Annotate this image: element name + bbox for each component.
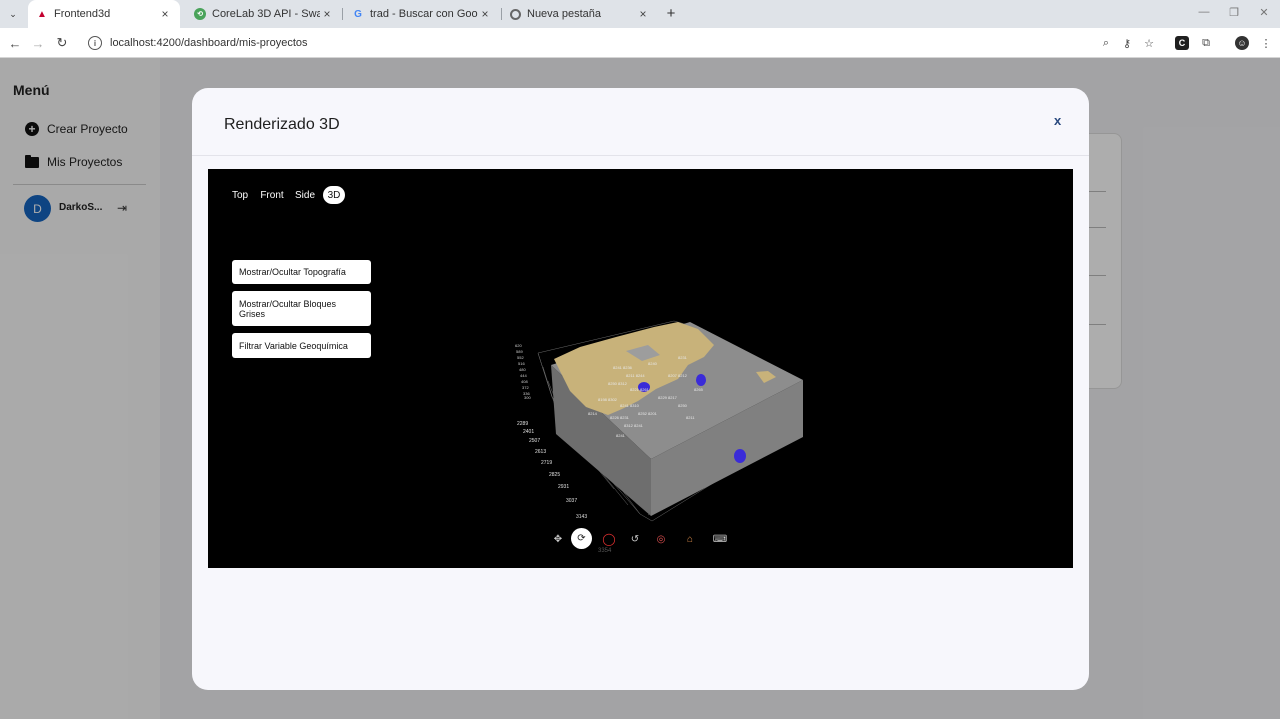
tab-separator	[342, 8, 343, 20]
svg-text:408: 408	[521, 379, 528, 384]
svg-text:8241: 8241	[616, 433, 626, 438]
3d-viewer[interactable]: 8241 8236 8211 8244 8250 8312 8221 8261 81…	[208, 169, 1073, 568]
url-text[interactable]: localhost:4200/dashboard/mis-proyectos	[110, 37, 308, 49]
depth-tick: 2289	[517, 421, 528, 427]
svg-text:516: 516	[518, 361, 525, 366]
tab-label: Frontend3d	[54, 8, 111, 20]
close-tab-icon[interactable]: ×	[320, 7, 334, 21]
zoom-icon[interactable]: ⌕	[1099, 36, 1113, 50]
svg-text:8207 8212: 8207 8212	[668, 373, 688, 378]
depth-tick: 3143	[576, 514, 587, 520]
svg-text:8198 8302: 8198 8302	[598, 397, 618, 402]
browser-toolbar: ← → ↻ i localhost:4200/dashboard/mis-pro…	[0, 28, 1280, 58]
svg-text:8241 8236: 8241 8236	[613, 365, 633, 370]
svg-text:8250: 8250	[678, 403, 688, 408]
modal-divider	[192, 155, 1089, 156]
password-key-icon[interactable]: ⚷	[1120, 36, 1134, 50]
tab-search-icon[interactable]: ⌄	[4, 5, 22, 23]
svg-text:444: 444	[520, 373, 527, 378]
depth-tick: 2613	[535, 449, 546, 455]
svg-text:8221 8261: 8221 8261	[630, 387, 650, 392]
google-icon: G	[354, 8, 362, 20]
svg-text:8229 8217: 8229 8217	[658, 395, 678, 400]
depth-tick: 2507	[529, 438, 540, 444]
toggle-gray-blocks-button[interactable]: Mostrar/Ocultar Bloques Grises	[232, 291, 371, 326]
swagger-icon: ⟲	[194, 8, 206, 20]
toggle-topography-button[interactable]: Mostrar/Ocultar Topografía	[232, 260, 371, 284]
svg-text:8214: 8214	[588, 411, 598, 416]
svg-text:372: 372	[522, 385, 529, 390]
close-tab-icon[interactable]: ×	[636, 7, 650, 21]
svg-text:300: 300	[524, 395, 531, 400]
browser-tab-strip: ⌄ ▲ Frontend3d × ⟲ CoreLab 3D API - Swag…	[0, 0, 1280, 28]
tab-label: CoreLab 3D API - Swagger UI	[212, 8, 320, 20]
svg-text:589: 589	[516, 349, 523, 354]
svg-text:480: 480	[519, 367, 526, 372]
back-icon[interactable]: ←	[7, 35, 23, 51]
tab-label: Nueva pestaña	[527, 8, 601, 20]
view-tab-front[interactable]: Front	[259, 186, 285, 204]
depth-tick: 3354	[598, 548, 612, 554]
depth-tick: 2825	[549, 472, 560, 478]
svg-text:8252 8201: 8252 8201	[638, 411, 658, 416]
site-info-icon[interactable]: i	[88, 36, 102, 50]
3d-scene[interactable]: 8241 8236 8211 8244 8250 83128221 8261 81…	[208, 169, 1073, 568]
depth-tick: 2719	[541, 460, 552, 466]
anomaly-blob	[734, 449, 746, 463]
depth-tick: 2401	[523, 429, 534, 435]
svg-text:8241 8310: 8241 8310	[620, 403, 640, 408]
filter-geochemical-button[interactable]: Filtrar Variable Geoquímica	[232, 333, 371, 358]
reset-icon[interactable]: ↺	[625, 529, 645, 549]
close-window-icon[interactable]: ✕	[1256, 6, 1272, 19]
reload-icon[interactable]: ↻	[54, 35, 70, 51]
tab-new-tab[interactable]: Nueva pestaña ×	[502, 0, 658, 28]
keyboard-icon[interactable]: ⌨	[710, 529, 730, 549]
close-tab-icon[interactable]: ×	[478, 7, 492, 21]
depth-tick: 2931	[558, 484, 569, 490]
render-3d-modal: Renderizado 3D x 8241 8236 8211 8244 825…	[192, 88, 1089, 690]
svg-text:8211: 8211	[686, 415, 695, 420]
extension-c-icon[interactable]: C	[1175, 36, 1189, 50]
pan-icon[interactable]: ✥	[548, 529, 568, 549]
depth-tick: 3037	[566, 498, 577, 504]
rotate-icon[interactable]: ⟳	[571, 528, 592, 549]
close-tab-icon[interactable]: ×	[158, 7, 172, 21]
view-tab-3d[interactable]: 3D	[323, 186, 345, 204]
svg-text:8312 8241: 8312 8241	[624, 423, 644, 428]
forward-icon[interactable]: →	[30, 35, 46, 51]
anomaly-blob	[696, 374, 706, 386]
view-tab-top[interactable]: Top	[230, 186, 250, 204]
restore-icon[interactable]: ❐	[1226, 6, 1242, 19]
svg-text:8226 8231: 8226 8231	[610, 415, 630, 420]
browser-menu-icon[interactable]: ⋮	[1259, 36, 1273, 50]
svg-text:8211 8244: 8211 8244	[626, 373, 645, 378]
orbit-icon[interactable]: ◯	[599, 529, 619, 549]
modal-title: Renderizado 3D	[224, 116, 340, 133]
tab-swagger[interactable]: ⟲ CoreLab 3D API - Swagger UI ×	[186, 0, 342, 28]
home-icon[interactable]: ⌂	[680, 529, 700, 549]
svg-text:8250 8312: 8250 8312	[608, 381, 628, 386]
minimize-icon[interactable]: —	[1196, 6, 1212, 18]
svg-text:8231: 8231	[678, 355, 688, 360]
svg-text:8240: 8240	[648, 361, 658, 366]
modal-close-button[interactable]: x	[1054, 113, 1061, 128]
target-icon[interactable]: ◎	[651, 529, 671, 549]
svg-text:552: 552	[517, 355, 524, 360]
profile-avatar-icon[interactable]: ☺	[1235, 36, 1249, 50]
tab-label: trad - Buscar con Google	[370, 8, 478, 20]
chrome-icon	[510, 8, 521, 20]
tab-google[interactable]: G trad - Buscar con Google ×	[344, 0, 500, 28]
svg-text:620: 620	[515, 343, 522, 348]
address-bar[interactable]: i localhost:4200/dashboard/mis-proyectos	[80, 31, 1164, 55]
svg-text:8265: 8265	[694, 387, 704, 392]
tab-frontend3d[interactable]: ▲ Frontend3d ×	[28, 0, 180, 28]
bookmark-star-icon[interactable]: ☆	[1142, 36, 1156, 50]
elevation-labels: 620589 552516 480444 408372 336300	[515, 343, 531, 400]
angular-icon: ▲	[37, 8, 47, 20]
view-tab-side[interactable]: Side	[294, 186, 316, 204]
new-tab-button[interactable]: +	[662, 4, 680, 22]
extensions-puzzle-icon[interactable]: ⧉	[1199, 36, 1213, 50]
